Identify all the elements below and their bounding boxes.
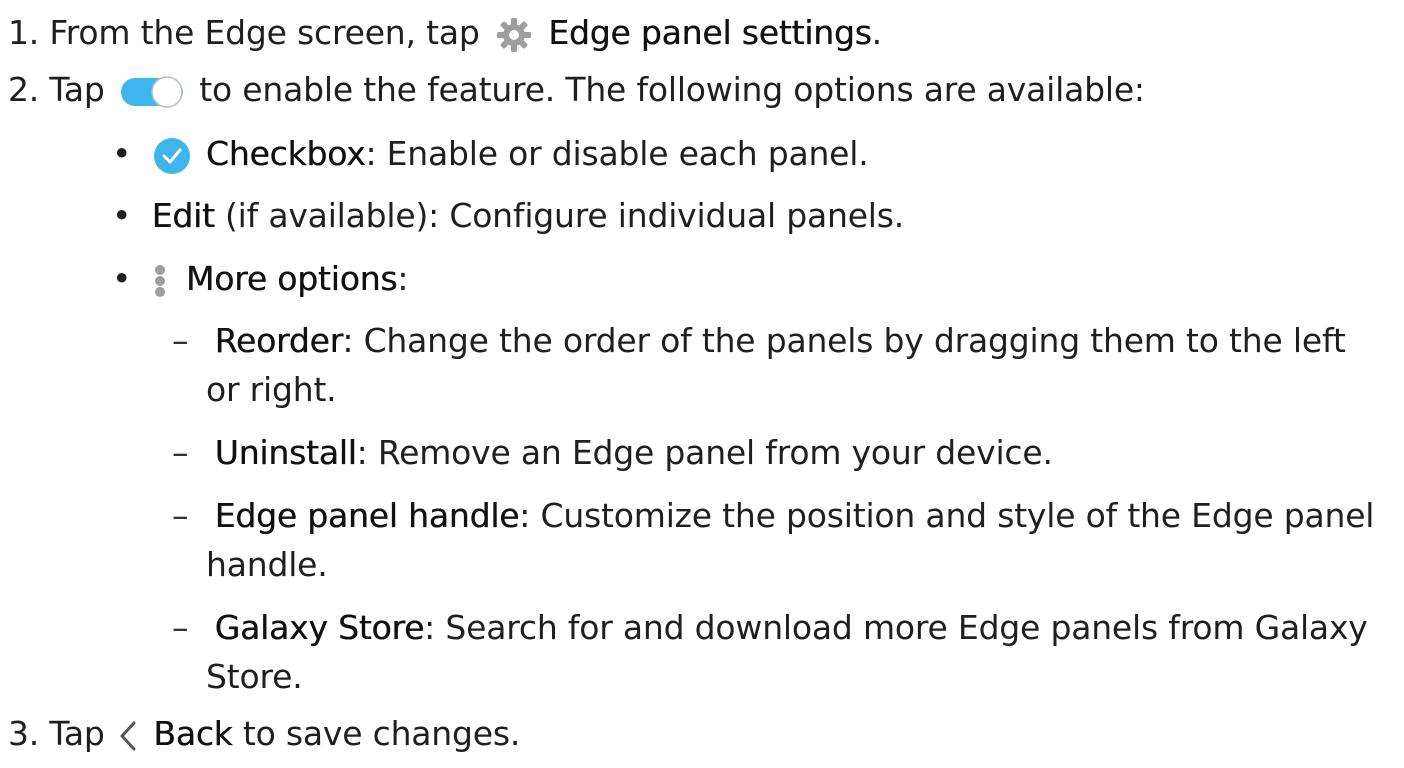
galaxy-store-description: : Search for and download more Edge pane… xyxy=(424,608,1368,647)
sub-option-reorder: – Reorder: Change the order of the panel… xyxy=(172,318,1346,364)
checkmark-circle-icon xyxy=(152,136,192,176)
gear-icon xyxy=(494,15,534,55)
dash: – xyxy=(172,608,189,647)
edit-description: (if available): Configure individual pan… xyxy=(224,196,905,235)
edge-panel-handle-label: Edge panel handle xyxy=(214,496,520,535)
sub-option-uninstall: – Uninstall: Remove an Edge panel from y… xyxy=(172,430,1053,476)
galaxy-store-description-cont: Store. xyxy=(206,657,303,696)
step-3-text: to save changes. xyxy=(242,714,521,753)
back-label: Back xyxy=(153,714,233,753)
step-2-tap: Tap xyxy=(49,70,105,109)
bullet: • xyxy=(112,196,132,235)
edge-panel-handle-description: : Customize the position and style of th… xyxy=(519,496,1375,535)
step-1-number: 1. xyxy=(8,13,40,52)
bullet: • xyxy=(112,259,132,298)
sub-option-galaxy-store: – Galaxy Store: Search for and download … xyxy=(172,605,1368,651)
bullet: • xyxy=(112,134,132,173)
step-2: 2. Tap to enable the feature. The follow… xyxy=(8,67,1145,113)
checkbox-description: : Enable or disable each panel. xyxy=(365,134,869,173)
option-edit: • Edit (if available): Configure individ… xyxy=(112,193,904,239)
chevron-left-icon xyxy=(117,716,139,756)
galaxy-store-label: Galaxy Store xyxy=(214,608,425,647)
checkbox-label: Checkbox xyxy=(205,134,366,173)
step-1-text: From the Edge screen, tap xyxy=(49,13,480,52)
step-2-number: 2. xyxy=(8,70,40,109)
edge-panel-handle-description-cont: handle. xyxy=(206,545,328,584)
edge-panel-settings-label: Edge panel settings xyxy=(548,13,872,52)
step-3-number: 3. xyxy=(8,714,40,753)
reorder-description: : Change the order of the panels by drag… xyxy=(342,321,1346,360)
dash: – xyxy=(172,433,189,472)
sub-option-handle: – Edge panel handle: Customize the posit… xyxy=(172,493,1374,539)
more-options-label: More options xyxy=(185,259,398,298)
step-2-text: to enable the feature. The following opt… xyxy=(199,70,1145,109)
option-checkbox: • Checkbox: Enable or disable each panel… xyxy=(112,131,869,177)
step-3: 3. Tap Back to save changes. xyxy=(8,711,520,757)
vertical-dots-icon xyxy=(152,261,168,301)
step-1: 1. From the Edge screen, tap Edge panel … xyxy=(8,10,882,56)
more-options-colon: : xyxy=(397,259,409,298)
edit-label: Edit xyxy=(151,196,215,235)
step-1-period: . xyxy=(871,13,883,52)
dash: – xyxy=(172,321,189,360)
uninstall-description: : Remove an Edge panel from your device. xyxy=(356,433,1053,472)
dash: – xyxy=(172,496,189,535)
step-3-tap: Tap xyxy=(49,714,105,753)
reorder-description-cont: or right. xyxy=(206,370,337,409)
uninstall-label: Uninstall xyxy=(214,433,357,472)
option-more: • More options: xyxy=(112,256,408,302)
toggle-switch-icon xyxy=(119,72,185,112)
reorder-label: Reorder xyxy=(214,321,343,360)
